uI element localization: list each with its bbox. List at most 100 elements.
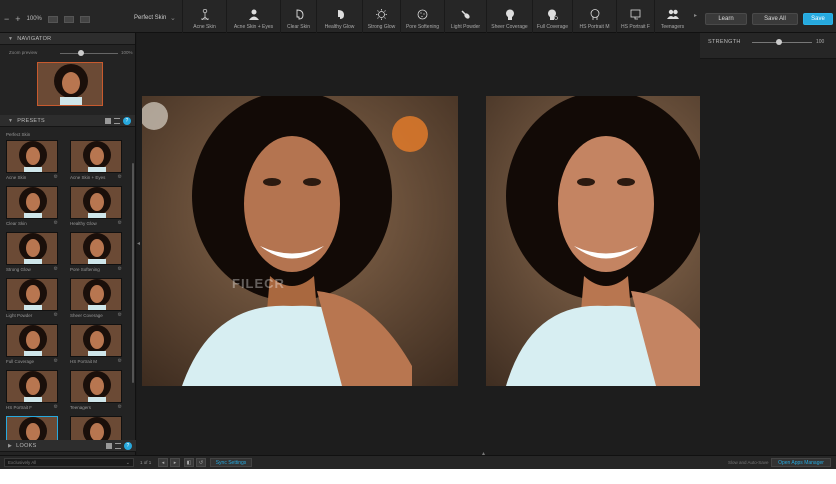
top-toolbar: − + 100% Perfect Skin ⌄ Acne Skin Acne Sk… (0, 0, 836, 33)
list-view-icon[interactable] (115, 443, 121, 449)
preset-item[interactable]: Full Coverage ⚙ (6, 324, 58, 370)
zoom-slider-track[interactable] (60, 53, 118, 54)
left-panel: ▼ NAVIGATOR Zoom preview 100% ▼ PRESETS … (0, 33, 136, 455)
before-image[interactable]: FILECR (142, 96, 458, 386)
preset-item[interactable]: Light Powder ⚙ (6, 278, 58, 324)
learn-button[interactable]: Learn (705, 13, 747, 25)
expand-left-icon[interactable]: ◂ (137, 240, 140, 247)
tool-label: HS Portrait M (579, 24, 610, 30)
filter-select[interactable]: Exclusively All ⌄ (4, 458, 134, 467)
gear-icon[interactable]: ⚙ (118, 220, 122, 226)
tool-label: Clear Skin (286, 24, 311, 30)
preset-group-label[interactable]: Perfect Skin (6, 132, 30, 137)
preset-label: Teenagers (70, 405, 92, 410)
tool-label: Light Powder (450, 24, 481, 30)
preset-thumbnail (6, 324, 58, 357)
preset-item[interactable]: Sheer Coverage ⚙ (70, 278, 122, 324)
preset-item[interactable]: Pore Softening ⚙ (70, 232, 122, 278)
tool-full-coverage[interactable]: Full Coverage (532, 0, 572, 33)
gear-icon[interactable]: ⚙ (54, 174, 58, 180)
preset-thumbnail (6, 370, 58, 403)
looks-view-icons: ? (106, 442, 132, 450)
preset-item[interactable]: HS Portrait F ⚙ (6, 370, 58, 416)
help-icon[interactable]: ? (124, 442, 132, 450)
gear-icon[interactable]: ⚙ (54, 266, 58, 272)
zoom-controls: − + 100% (4, 14, 90, 24)
strength-slider-track[interactable] (752, 42, 812, 43)
view-single-button[interactable] (47, 15, 58, 23)
gear-icon[interactable]: ⚙ (118, 312, 122, 318)
grid-view-icon[interactable] (106, 443, 112, 449)
preset-item[interactable]: Healthy Glow ⚙ (70, 186, 122, 232)
gear-icon[interactable]: ⚙ (54, 358, 58, 364)
current-preset-name[interactable]: Perfect Skin (134, 15, 166, 21)
preset-item[interactable]: Clear Skin ⚙ (6, 186, 58, 232)
preset-thumbnail (70, 140, 122, 173)
tool-label: Teenagers (660, 24, 685, 30)
help-icon[interactable]: ? (123, 117, 131, 125)
preset-thumbnail (6, 186, 58, 219)
gear-icon[interactable]: ⚙ (118, 358, 122, 364)
zoom-out-button[interactable]: − (4, 14, 9, 24)
navigator-header[interactable]: ▼ NAVIGATOR (0, 33, 135, 45)
looks-title: LOOKS (16, 442, 37, 449)
tool-hs-portrait-f[interactable]: HS Portrait F (616, 0, 654, 33)
preset-item[interactable]: HS Portrait M ⚙ (70, 324, 122, 370)
next-image-button[interactable]: ▸ (170, 458, 180, 467)
tool-clear-skin[interactable]: Clear Skin (280, 0, 316, 33)
preset-item[interactable]: Acne Skin ⚙ (6, 140, 58, 186)
view-split-button[interactable] (63, 15, 74, 23)
tool-acne-skin[interactable]: Acne Skin (182, 0, 226, 33)
tool-teenagers[interactable]: Teenagers (654, 0, 690, 33)
gear-icon[interactable]: ⚙ (54, 312, 58, 318)
prev-image-button[interactable]: ◂ (158, 458, 168, 467)
tool-strong-glow[interactable]: Strong Glow (362, 0, 400, 33)
tool-sheer-coverage[interactable]: Sheer Coverage (486, 0, 532, 33)
gear-icon[interactable]: ⚙ (118, 266, 122, 272)
tool-light-powder[interactable]: Light Powder (444, 0, 486, 33)
tool-pore-softening[interactable]: Pore Softening (400, 0, 444, 33)
preset-thumbnail (70, 324, 122, 357)
frame-icon (630, 8, 642, 20)
zoom-value: 100% (26, 16, 42, 22)
expand-triangle-icon[interactable]: ▶ (8, 443, 12, 449)
tool-healthy-glow[interactable]: Healthy Glow (316, 0, 362, 33)
strength-slider-handle[interactable] (776, 39, 782, 45)
tool-acne-skin-eyes[interactable]: Acne Skin + Eyes (226, 0, 280, 33)
gear-icon[interactable]: ⚙ (54, 404, 58, 410)
navigator-thumbnail[interactable] (37, 62, 103, 106)
preset-item[interactable]: Strong Glow ⚙ (6, 232, 58, 278)
sync-settings-button[interactable]: Sync Settings (210, 458, 252, 467)
before-after-toggle[interactable]: ◧ (184, 458, 194, 467)
preset-label: Pore Softening (70, 267, 100, 272)
gear-icon[interactable]: ⚙ (118, 174, 122, 180)
view-compare-button[interactable] (79, 15, 90, 23)
grid-view-icon[interactable] (105, 118, 111, 124)
list-view-icon[interactable] (114, 118, 120, 124)
presets-header[interactable]: ▼ PRESETS ? (0, 115, 135, 127)
presets-scrollbar[interactable] (132, 163, 134, 383)
gear-icon[interactable]: ⚙ (118, 404, 122, 410)
preset-thumbnail (6, 140, 58, 173)
chevron-down-icon[interactable]: ⌄ (170, 14, 176, 22)
preset-item[interactable] (70, 416, 122, 440)
zoom-in-button[interactable]: + (15, 14, 20, 24)
collapse-triangle-icon[interactable]: ▼ (8, 118, 13, 124)
preset-item[interactable]: Acne Skin + Eyes ⚙ (70, 140, 122, 186)
preset-label: Healthy Glow (70, 221, 97, 226)
collapse-triangle-icon[interactable]: ▼ (8, 36, 13, 42)
open-apps-manager-button[interactable]: Open Apps Manager (771, 458, 831, 467)
chevron-right-icon[interactable]: ▸ (694, 12, 697, 19)
save-button[interactable]: Save (803, 13, 833, 25)
tool-hs-portrait-m[interactable]: HS Portrait M (572, 0, 616, 33)
zoom-slider-handle[interactable] (78, 50, 84, 56)
preset-item[interactable] (6, 416, 58, 440)
preset-label: Acne Skin + Eyes (70, 175, 106, 180)
gear-icon[interactable]: ⚙ (54, 220, 58, 226)
preset-item[interactable]: Teenagers ⚙ (70, 370, 122, 416)
preset-thumbnail (6, 232, 58, 265)
looks-header[interactable]: ▶ LOOKS ? (0, 440, 136, 452)
group-icon (666, 8, 679, 20)
save-all-button[interactable]: Save All (752, 13, 798, 25)
reset-button[interactable]: ↺ (196, 458, 206, 467)
